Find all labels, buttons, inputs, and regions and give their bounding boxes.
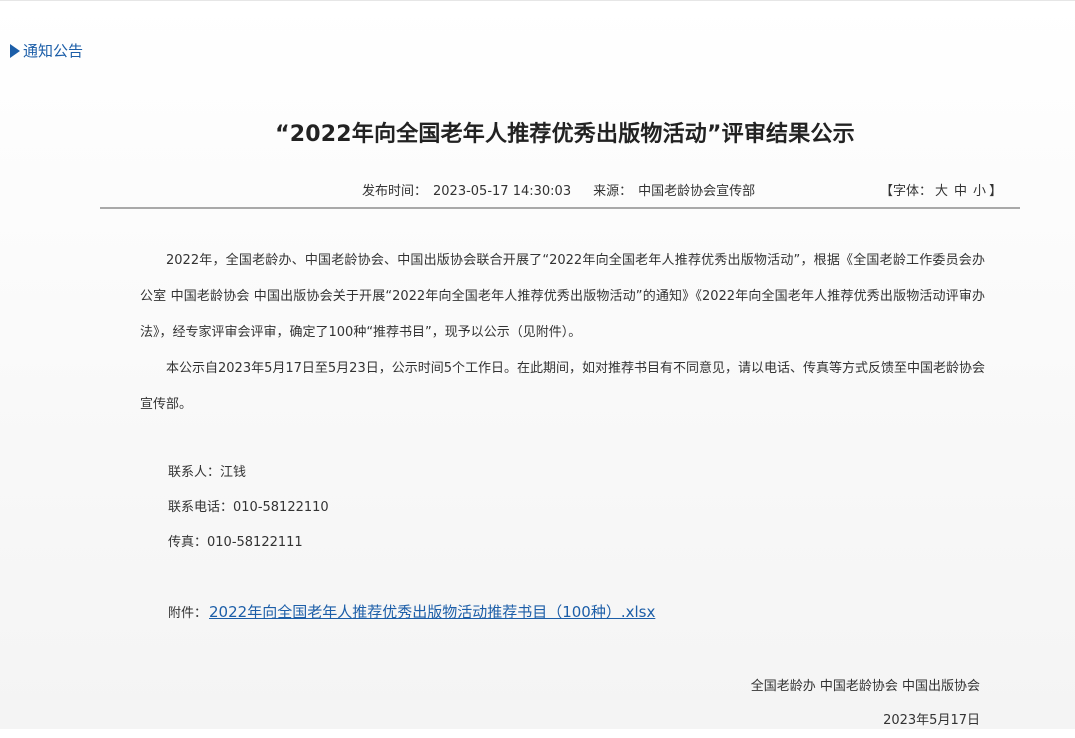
signature-date: 2023年5月17日 [883,713,980,728]
signature: 全国老龄办 中国老龄协会 中国出版协会 2023年5月17日 [751,670,980,738]
article-meta: 发布时间： 2023-05-17 14:30:03 来源： 中国老龄协会宣传部 [362,180,755,199]
breadcrumb-link-notices[interactable]: 通知公告 [23,40,83,61]
source-value: 中国老龄协会宣传部 [638,184,756,199]
font-size-control: 【字体：大中小】 [880,180,1002,199]
attachment: 附件： 2022年向全国老年人推荐优秀出版物活动推荐书目（100种）.xlsx [168,598,655,628]
attachment-link[interactable]: 2022年向全国老年人推荐优秀出版物活动推荐书目（100种）.xlsx [209,603,655,621]
page-title: “2022年向全国老年人推荐优秀出版物活动”评审结果公示 [275,122,855,147]
font-size-large-button[interactable]: 大 [935,184,948,199]
article-body: 2022年，全国老龄办、中国老龄协会、中国出版协会联合开展了“2022年向全国老… [140,243,985,423]
signature-organizations: 全国老龄办 中国老龄协会 中国出版协会 [750,679,980,694]
contact-fax: 传真：010-58122111 [168,535,303,550]
font-size-small-button[interactable]: 小 [973,184,986,199]
body-paragraph: 2022年，全国老龄办、中国老龄协会、中国出版协会联合开展了“2022年向全国老… [140,253,985,340]
font-size-suffix: 】 [989,184,1003,199]
contact-person: 联系人：江钱 [168,465,247,480]
publish-time-value: 2023-05-17 14:30:03 [433,184,572,199]
font-size-medium-button[interactable]: 中 [954,184,967,199]
top-border [0,0,1075,1]
font-size-prefix: 【字体： [880,184,933,199]
triangle-right-icon [10,43,20,58]
publish-time-label: 发布时间： [362,184,428,199]
header-divider [100,207,1020,209]
contact-info: 联系人：江钱 联系电话：010-58122110 传真：010-58122111 [168,455,329,560]
body-paragraph: 本公示自2023年5月17日至5月23日，公示时间5个工作日。在此期间，如对推荐… [140,361,985,412]
contact-phone: 联系电话：010-58122110 [168,500,329,515]
attachment-label: 附件： [168,606,208,621]
source-label: 来源： [593,184,633,199]
breadcrumb: 通知公告 [10,40,83,61]
